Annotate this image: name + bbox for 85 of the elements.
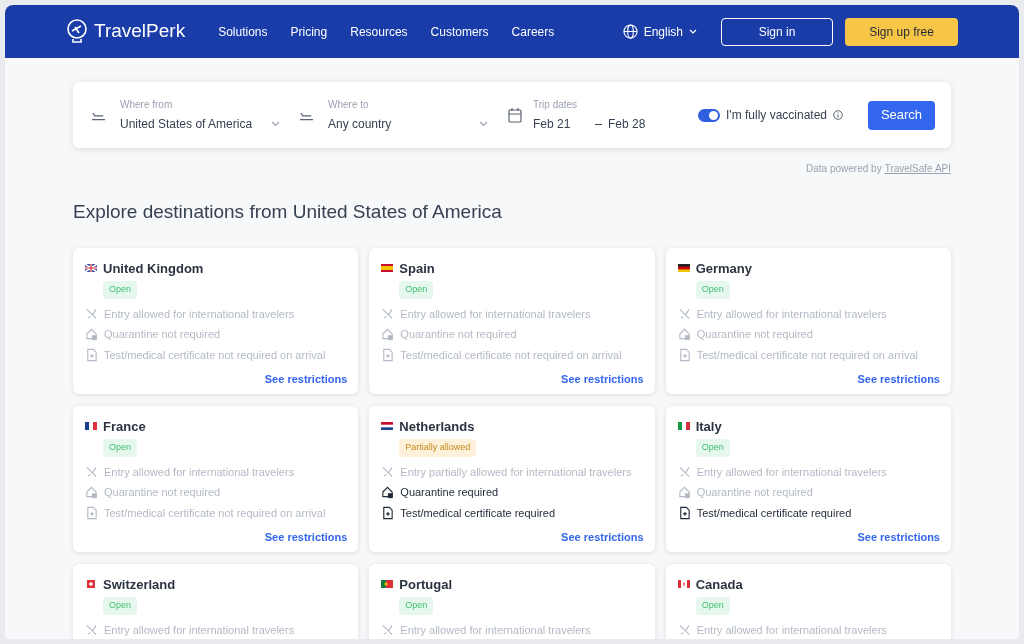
- vaccinated-label: I'm fully vaccinated: [726, 107, 827, 124]
- requirement-text: Entry allowed for international travelers: [696, 622, 887, 638]
- nav-link[interactable]: Careers: [511, 22, 555, 41]
- calendar-icon: [508, 107, 522, 123]
- requirement-text: Quarantine not required: [696, 327, 813, 342]
- logo-text: TravelPerk: [94, 19, 186, 44]
- requirement-text: Quarantine not required: [400, 327, 517, 342]
- house-icon: [677, 327, 691, 342]
- status-badge: Open: [695, 597, 730, 615]
- document-icon: [381, 347, 395, 362]
- requirement-text: Test/medical certificate not required on arrival: [104, 347, 326, 363]
- country-name: Germany: [695, 259, 753, 278]
- see-restrictions-link[interactable]: See restrictions: [561, 529, 644, 546]
- vaccinated-toggle[interactable]: [698, 108, 720, 122]
- requirement-text: Entry allowed for international travelers: [104, 306, 295, 322]
- requirement-text: Test/medical certificate not required on arrival: [400, 347, 622, 363]
- status-badge: Open: [103, 439, 138, 457]
- requirement-text: Entry allowed for international travelers: [104, 464, 295, 480]
- requirement-text: Entry partially allowed for international travelers: [400, 464, 632, 480]
- requirement-text: Entry allowed for international travelers: [400, 622, 591, 638]
- sign-in-button[interactable]: Sign in: [721, 17, 833, 46]
- status-badge: Partially allowed: [399, 439, 477, 457]
- house-icon: [381, 327, 395, 342]
- status-badge: Open: [695, 439, 730, 457]
- requirement-text: Entry allowed for international travelers: [104, 622, 295, 638]
- end-date-field[interactable]: Feb 28: [608, 115, 646, 133]
- country-name: Canada: [695, 575, 743, 594]
- document-icon: [85, 347, 98, 362]
- status-badge: Open: [399, 597, 434, 615]
- dropdown-field[interactable]: United States of America: [120, 115, 280, 133]
- requirement-text: Entry allowed for international travelers: [696, 464, 887, 480]
- requirement-text: Test/medical certificate not required on arrival: [104, 505, 326, 521]
- house-icon: [381, 485, 395, 500]
- field-label: Where to: [328, 98, 370, 112]
- globe-icon: [622, 24, 638, 39]
- powered-by-text: Data powered by: [806, 162, 882, 176]
- see-restrictions-link[interactable]: See restrictions: [857, 371, 940, 388]
- requirement-text: Entry allowed for international travelers: [696, 306, 887, 322]
- country-name: United Kingdom: [103, 259, 204, 278]
- chevron-down-icon: [479, 121, 488, 127]
- country-name: Italy: [695, 417, 722, 436]
- requirement-text: Quarantine required: [400, 485, 499, 500]
- section-heading: Explore destinations from United States of America: [73, 200, 503, 224]
- requirement-text: Test/medical certificate not required on arrival: [696, 347, 918, 363]
- requirement-text: Test/medical certificate required: [696, 505, 852, 521]
- status-badge: Open: [103, 281, 138, 299]
- sign-up-button[interactable]: Sign up free: [845, 17, 958, 46]
- status-badge: Open: [103, 597, 138, 615]
- house-icon: [85, 485, 98, 500]
- chevron-down-icon: [689, 28, 697, 35]
- status-badge: Open: [399, 281, 434, 299]
- language-selector[interactable]: English: [643, 22, 697, 41]
- logo-icon: [66, 18, 88, 45]
- see-restrictions-link[interactable]: See restrictions: [561, 371, 644, 388]
- requirement-text: Quarantine not required: [104, 327, 221, 342]
- see-restrictions-link[interactable]: See restrictions: [264, 371, 348, 388]
- country-name: Netherlands: [399, 417, 475, 436]
- nav-link[interactable]: Resources: [350, 22, 408, 41]
- field-label: Where from: [120, 98, 174, 112]
- status-badge: Open: [695, 281, 730, 299]
- field-label: Trip dates: [533, 98, 579, 112]
- dropdown-field[interactable]: Any country: [328, 115, 488, 133]
- see-restrictions-link[interactable]: See restrictions: [857, 529, 940, 546]
- country-name: Switzerland: [103, 575, 176, 594]
- nav-link[interactable]: Solutions: [218, 22, 268, 41]
- requirement-text: Test/medical certificate required: [400, 505, 555, 521]
- country-name: Portugal: [399, 575, 453, 594]
- house-icon: [85, 327, 98, 342]
- nav-link[interactable]: Pricing: [290, 22, 328, 41]
- requirement-text: Quarantine not required: [696, 485, 813, 500]
- chevron-down-icon: [271, 121, 280, 127]
- country-name: France: [103, 417, 146, 436]
- nav-link[interactable]: Customers: [430, 22, 489, 41]
- see-restrictions-link[interactable]: See restrictions: [264, 529, 348, 546]
- house-icon: [677, 485, 691, 500]
- document-icon: [381, 505, 395, 520]
- start-date-field[interactable]: Feb 21: [533, 115, 595, 133]
- document-icon: [85, 505, 98, 520]
- search-button[interactable]: Search: [868, 100, 935, 130]
- document-icon: [677, 505, 691, 520]
- info-icon: [833, 110, 843, 120]
- requirement-text: Entry allowed for international travelers: [400, 306, 591, 322]
- country-name: Spain: [399, 259, 435, 278]
- requirement-text: Quarantine not required: [104, 485, 221, 500]
- document-icon: [677, 347, 691, 362]
